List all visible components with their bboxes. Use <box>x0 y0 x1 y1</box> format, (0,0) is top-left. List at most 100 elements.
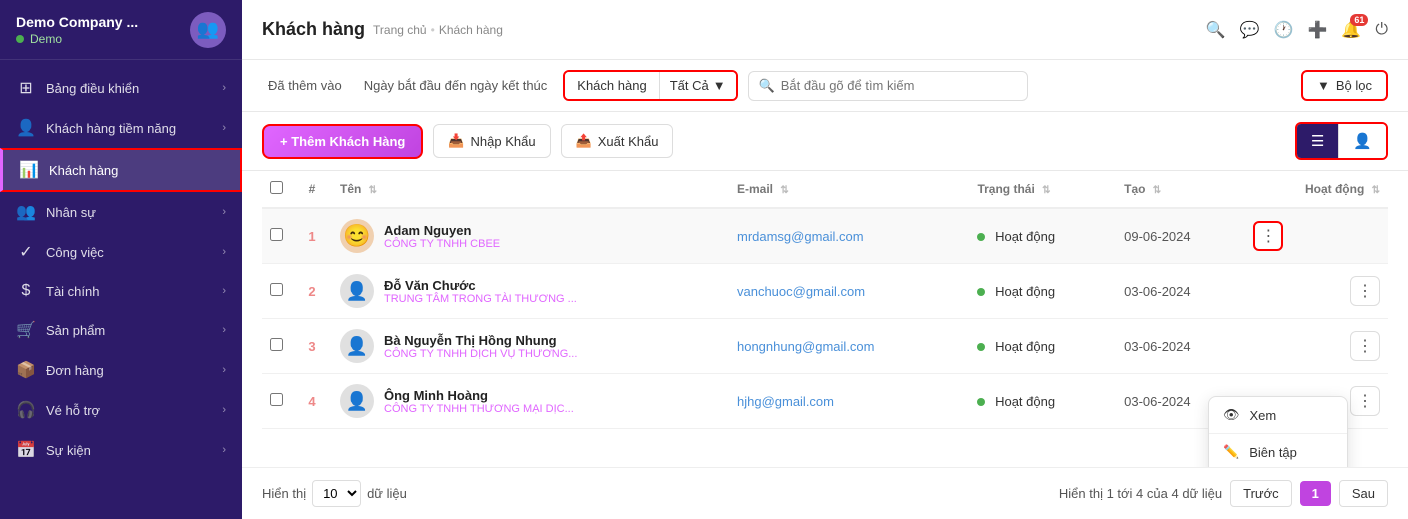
sidebar-item-label: Công việc <box>46 245 212 260</box>
col-status: Trạng thái ⇅ <box>969 171 1116 208</box>
sidebar-item-label: Đơn hàng <box>46 363 212 378</box>
row-email: hjhg@gmail.com <box>729 374 969 429</box>
email-value[interactable]: mrdamsg@gmail.com <box>737 229 864 244</box>
row-created: 09-06-2024 <box>1116 208 1245 264</box>
chat-icon[interactable]: 💬 <box>1240 20 1260 40</box>
customer-type-dropdown[interactable]: Khách hàng Tất Cả ▼ <box>563 70 737 101</box>
search-input[interactable] <box>781 78 1017 93</box>
row-checkbox[interactable] <box>270 338 283 351</box>
customer-company: CÔNG TY TNHH DỊCH VỤ THƯƠNG... <box>384 348 577 360</box>
show-label: Hiển thị <box>262 486 306 501</box>
filter-link-date[interactable]: Ngày bắt đầu đến ngày kết thúc <box>358 74 554 97</box>
status-dot <box>977 233 985 241</box>
sidebar-item-tasks[interactable]: ✓ Công việc › <box>0 232 242 272</box>
power-icon[interactable]: ⏻ <box>1375 21 1388 39</box>
row-checkbox[interactable] <box>270 228 283 241</box>
sidebar-item-finance[interactable]: $ Tài chính › <box>0 272 242 310</box>
filter-bar: Đã thêm vào Ngày bắt đầu đến ngày kết th… <box>242 60 1408 112</box>
list-view-button[interactable]: ☰ <box>1297 124 1339 158</box>
topbar-left: Khách hàng Trang chủ • Khách hàng <box>262 19 503 40</box>
breadcrumb-separator: • <box>431 23 435 37</box>
chevron-right-icon: › <box>222 122 226 134</box>
dropdown-value[interactable]: Tất Cả ▼ <box>660 72 736 99</box>
sidebar-item-label: Vé hỗ trợ <box>46 403 212 418</box>
customer-company: CÔNG TY TNHH CBEE <box>384 238 500 250</box>
email-value[interactable]: hongnhung@gmail.com <box>737 339 875 354</box>
demo-label: Demo <box>30 32 62 46</box>
demo-badge: Demo <box>16 32 138 46</box>
row-action: ⋮ <box>1245 319 1388 374</box>
filter-link-added[interactable]: Đã thêm vào <box>262 74 348 97</box>
col-num: # <box>292 171 332 208</box>
topbar: Khách hàng Trang chủ • Khách hàng 🔍 💬 🕐 … <box>242 0 1408 60</box>
user-view-button[interactable]: 👤 <box>1339 124 1386 158</box>
row-num: 4 <box>292 374 332 429</box>
export-button[interactable]: 📤 Xuất Khẩu <box>561 124 674 158</box>
sidebar-item-label: Bảng điều khiển <box>46 81 212 96</box>
col-name: Tên ⇅ <box>332 171 729 208</box>
sidebar-item-label: Tài chính <box>46 284 212 299</box>
sidebar-item-personnel[interactable]: 👥 Nhân sự › <box>0 192 242 232</box>
filter-button[interactable]: ▼ Bộ lọc <box>1301 70 1388 101</box>
sidebar-item-label: Khách hàng tiềm năng <box>46 121 212 136</box>
customer-name[interactable]: Ông Minh Hoàng <box>384 388 574 403</box>
context-menu-view[interactable]: 👁 Xem <box>1209 397 1347 433</box>
sidebar-item-label: Khách hàng <box>49 163 224 178</box>
row-action-button[interactable]: ⋮ <box>1253 221 1283 251</box>
avatar: 👤 <box>340 274 374 308</box>
personnel-icon: 👥 <box>16 202 36 222</box>
email-value[interactable]: vanchuoc@gmail.com <box>737 284 865 299</box>
search-box: 🔍 <box>748 71 1028 101</box>
add-customer-button[interactable]: + Thêm Khách Hàng <box>262 124 423 159</box>
search-icon[interactable]: 🔍 <box>1206 20 1226 40</box>
email-value[interactable]: hjhg@gmail.com <box>737 394 834 409</box>
status-label: Hoạt động <box>995 394 1055 409</box>
clock-icon[interactable]: 🕐 <box>1274 20 1294 40</box>
context-menu-edit[interactable]: ✏️ Biên tập <box>1209 434 1347 467</box>
next-page-button[interactable]: Sau <box>1339 480 1388 507</box>
pagination-bar: Hiển thị 10 25 50 dữ liệu Hiển thị 1 tới… <box>242 467 1408 519</box>
chevron-right-icon: › <box>222 324 226 336</box>
sidebar-item-potential-customers[interactable]: 👤 Khách hàng tiềm năng › <box>0 108 242 148</box>
notification-badge: 61 <box>1350 14 1368 26</box>
status-label: Hoạt động <box>995 229 1055 244</box>
customer-name[interactable]: Đỗ Văn Chước <box>384 278 577 293</box>
sidebar-item-events[interactable]: 📅 Sự kiện › <box>0 430 242 470</box>
sidebar-item-dashboard[interactable]: ⊞ Bảng điều khiển › <box>0 68 242 108</box>
sidebar-item-products[interactable]: 🛒 Sản phẩm › <box>0 310 242 350</box>
row-num: 2 <box>292 264 332 319</box>
import-label: Nhập Khẩu <box>471 134 536 149</box>
row-action-button[interactable]: ⋮ <box>1350 386 1380 416</box>
breadcrumb-home[interactable]: Trang chủ <box>373 23 427 37</box>
row-action-button[interactable]: ⋮ <box>1350 331 1380 361</box>
products-icon: 🛒 <box>16 320 36 340</box>
tasks-icon: ✓ <box>16 242 36 262</box>
table-row: 2 👤 Đỗ Văn Chước TRUNG TÂM TRONG TÀI THƯ… <box>262 264 1388 319</box>
row-action: ⋮ <box>1245 208 1388 264</box>
customer-name[interactable]: Adam Nguyen <box>384 223 500 238</box>
row-checkbox[interactable] <box>270 393 283 406</box>
filter-icon: ▼ <box>1317 78 1330 93</box>
sidebar-item-support[interactable]: 🎧 Vé hỗ trợ › <box>0 390 242 430</box>
col-created: Tạo ⇅ <box>1116 171 1245 208</box>
row-action-button[interactable]: ⋮ <box>1350 276 1380 306</box>
sidebar-item-label: Nhân sự <box>46 205 212 220</box>
bell-icon[interactable]: 🔔 61 <box>1341 20 1361 40</box>
prev-page-button[interactable]: Trước <box>1230 480 1292 507</box>
avatar[interactable]: 👥 <box>190 12 226 48</box>
status-dot <box>977 288 985 296</box>
plus-icon[interactable]: ➕ <box>1308 20 1328 40</box>
select-all-checkbox[interactable] <box>270 181 283 194</box>
row-created: 03-06-2024 <box>1116 264 1245 319</box>
data-label: dữ liệu <box>367 486 407 501</box>
current-page-button[interactable]: 1 <box>1300 481 1331 506</box>
import-button[interactable]: 📥 Nhập Khẩu <box>433 124 550 158</box>
chevron-right-icon: › <box>222 82 226 94</box>
rows-per-page-select[interactable]: 10 25 50 <box>312 480 361 507</box>
row-checkbox[interactable] <box>270 283 283 296</box>
sidebar-item-label: Sản phẩm <box>46 323 212 338</box>
sidebar-item-orders[interactable]: 📦 Đơn hàng › <box>0 350 242 390</box>
sidebar-item-customers[interactable]: 📊 Khách hàng <box>0 148 242 192</box>
customer-name[interactable]: Bà Nguyễn Thị Hồng Nhung <box>384 333 577 348</box>
table-container: # Tên ⇅ E-mail ⇅ Trạng thái ⇅ Tạo ⇅ Hoạt… <box>242 171 1408 467</box>
